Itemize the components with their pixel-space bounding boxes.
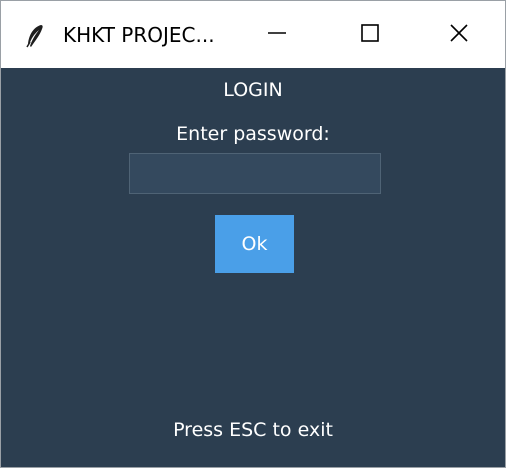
minimize-button[interactable] (229, 1, 325, 68)
exit-hint: Press ESC to exit (173, 419, 333, 441)
login-panel: LOGIN Enter password: Ok Press ESC to ex… (1, 68, 505, 467)
ok-button[interactable]: Ok (215, 215, 294, 273)
password-prompt: Enter password: (176, 123, 330, 145)
app-window: KHKT PROJEC... LOGIN Enter password: Ok … (0, 0, 506, 468)
title-bar[interactable]: KHKT PROJEC... (1, 1, 505, 68)
maximize-button[interactable] (322, 1, 418, 68)
minimize-icon (266, 22, 288, 48)
password-input[interactable] (129, 153, 381, 194)
feather-icon (25, 24, 45, 48)
maximize-icon (359, 22, 381, 48)
close-icon (448, 22, 470, 48)
login-heading: LOGIN (223, 79, 283, 101)
close-button[interactable] (411, 1, 506, 68)
window-title: KHKT PROJEC... (63, 23, 215, 47)
